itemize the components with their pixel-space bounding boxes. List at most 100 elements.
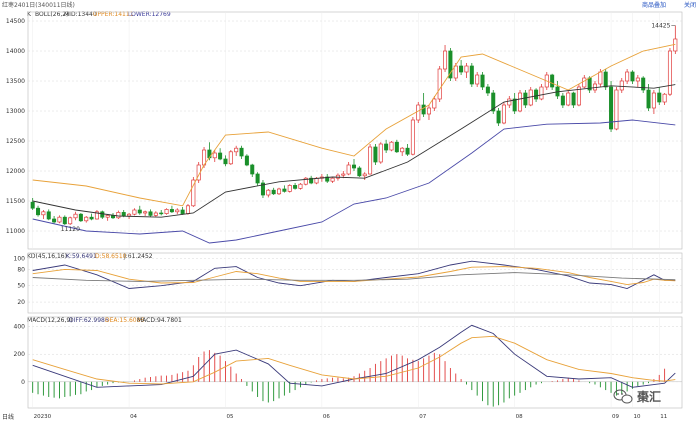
candle-down xyxy=(78,213,83,222)
candle-down xyxy=(121,212,126,217)
candle-down xyxy=(609,86,614,130)
candle-up xyxy=(266,189,271,196)
candle-up xyxy=(287,185,292,192)
kdj-ytick-label: 80 xyxy=(17,266,25,273)
candle-up xyxy=(464,65,469,73)
candle-down xyxy=(394,141,399,153)
add-commodity-link[interactable]: 商品叠加 xyxy=(642,1,666,9)
xaxis-prefix: 日线 xyxy=(2,413,14,421)
candle-up xyxy=(175,209,180,213)
candle-down xyxy=(384,143,389,151)
candle-up xyxy=(518,92,523,112)
candle-up xyxy=(453,65,458,79)
candle-up xyxy=(153,212,158,216)
macd-bar-value: MACD:94.7801 xyxy=(137,317,182,324)
candle-up xyxy=(507,98,512,106)
kdj-ytick-label: 50 xyxy=(17,283,25,290)
candle-up xyxy=(619,80,624,91)
candle-up xyxy=(212,152,217,159)
candle-up xyxy=(105,215,110,218)
candle-down xyxy=(52,218,57,223)
candle-down xyxy=(630,71,635,82)
candle-down xyxy=(534,89,539,100)
candle-down xyxy=(293,185,298,189)
candle-down xyxy=(207,149,212,159)
macd-ytick-label: 0 xyxy=(21,379,25,386)
macd-ytick-label: 200 xyxy=(14,351,26,358)
candle-up xyxy=(410,119,415,155)
candle-up xyxy=(667,50,672,95)
candle-down xyxy=(137,209,142,214)
candle-up xyxy=(330,177,335,182)
candle-down xyxy=(62,216,67,225)
candle-down xyxy=(560,95,565,106)
price-ytick-label: 11500 xyxy=(6,198,25,205)
candle-up xyxy=(378,143,383,163)
xaxis-tick-label: 09 xyxy=(612,414,619,420)
chart-canvas[interactable]: 红枣2401日(340011日线) 商品叠加 关闭 K BOLL(26,2) M… xyxy=(0,0,697,422)
candle-down xyxy=(159,212,164,215)
candle-down xyxy=(405,147,410,155)
candle-down xyxy=(646,89,651,109)
candle-up xyxy=(185,205,190,214)
candle-down xyxy=(512,98,517,112)
candle-down xyxy=(36,207,41,216)
candle-up xyxy=(41,211,46,216)
candle-down xyxy=(89,216,94,220)
candle-down xyxy=(46,211,51,220)
candle-up xyxy=(57,216,62,223)
candle-up xyxy=(592,83,598,91)
candle-down xyxy=(357,167,362,177)
price-ytick-label: 12000 xyxy=(6,168,25,175)
candle-down xyxy=(250,164,255,175)
xaxis-tick-label: 07 xyxy=(419,414,426,420)
macd-ytick-label: 400 xyxy=(14,324,26,331)
candle-up xyxy=(443,50,448,70)
candle-down xyxy=(641,77,646,91)
candle-down xyxy=(255,173,260,184)
candle-down xyxy=(373,146,378,163)
xaxis-tick-label: 08 xyxy=(516,414,523,420)
candle-down xyxy=(30,201,35,209)
candle-up xyxy=(116,212,121,219)
candle-up xyxy=(164,209,169,214)
kdj-d-value: D:58.6510 xyxy=(95,253,127,260)
candle-up xyxy=(335,174,340,179)
candle-up xyxy=(298,183,303,189)
kdj-legend: KD(45,16,16) K:59.6491 D:58.6510 J:61.24… xyxy=(27,253,153,260)
candle-down xyxy=(550,74,555,88)
candle-down xyxy=(459,65,464,73)
kdj-j-value: J:61.2452 xyxy=(123,253,153,260)
candle-down xyxy=(223,158,228,165)
candle-down xyxy=(496,110,501,124)
candle-up xyxy=(614,89,619,130)
candle-up xyxy=(673,38,678,52)
candle-up xyxy=(582,77,587,88)
candle-down xyxy=(469,65,474,85)
candle-down xyxy=(218,152,223,160)
candle-up xyxy=(127,213,132,217)
candle-up xyxy=(73,213,78,219)
candle-up xyxy=(651,92,656,109)
candle-up xyxy=(341,173,346,176)
candle-down xyxy=(351,164,357,169)
xaxis-tick-label: 20230 xyxy=(34,414,52,420)
candle-up xyxy=(389,141,394,151)
close-link[interactable]: 关闭 xyxy=(684,1,696,9)
candle-down xyxy=(282,188,287,192)
kdj-ytick-label: 20 xyxy=(17,299,25,306)
candle-down xyxy=(523,92,528,106)
watermark-text: 棗汇 xyxy=(636,389,661,404)
candle-up xyxy=(437,68,442,100)
window-title: 红枣2401日(340011日线) xyxy=(2,1,75,9)
candle-down xyxy=(180,209,185,214)
macd-diff-value: DIFF:62.9986 xyxy=(69,317,109,324)
low-price-label: 11120 xyxy=(61,226,80,233)
xaxis-tick-label: 06 xyxy=(323,414,330,420)
candle-up xyxy=(228,151,233,165)
canvas-bg xyxy=(0,0,697,422)
chart-window: 红枣2401日(340011日线) 商品叠加 关闭 K BOLL(26,2) M… xyxy=(0,0,697,422)
xaxis-tick-label: 05 xyxy=(226,414,233,420)
candle-up xyxy=(277,188,282,195)
candle-up xyxy=(84,216,89,222)
